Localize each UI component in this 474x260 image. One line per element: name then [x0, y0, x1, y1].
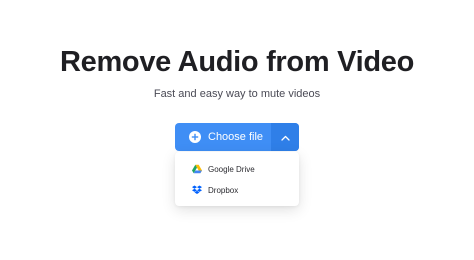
dropbox-icon: [192, 185, 202, 195]
menu-item-label: Dropbox: [208, 185, 239, 195]
page: Remove Audio from Video Fast and easy wa…: [0, 0, 474, 260]
menu-item-google-drive[interactable]: Google Drive: [175, 159, 299, 179]
menu-item-label: Google Drive: [208, 164, 255, 174]
upload-button-group: Choose file: [175, 123, 299, 151]
plus-circle-icon: [189, 131, 201, 143]
choose-file-label: Choose file: [208, 131, 264, 143]
google-drive-icon: [192, 164, 202, 174]
choose-file-button[interactable]: Choose file: [175, 123, 271, 151]
page-title: Remove Audio from Video: [59, 46, 415, 78]
source-dropdown-menu: Google Drive Dropbox: [175, 152, 299, 206]
source-menu-toggle[interactable]: [271, 123, 299, 151]
chevron-up-icon: [280, 128, 290, 146]
menu-item-dropbox[interactable]: Dropbox: [175, 180, 299, 200]
page-subtitle: Fast and easy way to mute videos: [153, 88, 321, 100]
